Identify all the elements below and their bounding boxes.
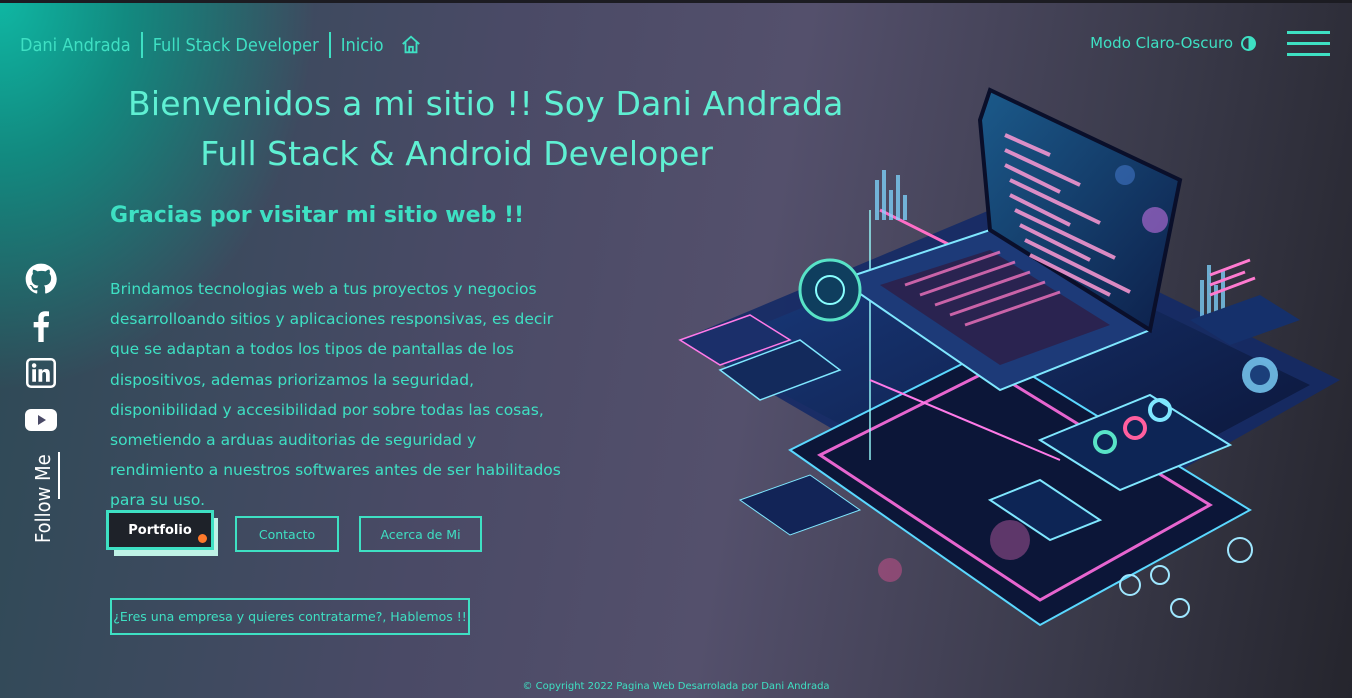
hero-title-line2: Full Stack & Android Developer [200, 134, 713, 173]
brand-role-link[interactable]: Full Stack Developer [153, 35, 319, 56]
linkedin-icon[interactable] [24, 356, 58, 390]
follow-divider [58, 452, 60, 499]
nav-divider [328, 32, 331, 58]
portfolio-button[interactable]: Portfolio [106, 510, 214, 550]
portfolio-button-group: Portfolio [106, 510, 218, 556]
follow-me-text: Follow Me [31, 454, 55, 543]
hero-title-line1: Bienvenidos a mi sitio !! Soy Dani Andra… [128, 84, 844, 123]
social-links [24, 262, 60, 450]
follow-me-label: Follow Me [28, 452, 60, 546]
isometric-tech-illustration [678, 87, 1340, 627]
nav-home-link[interactable]: Inicio [341, 35, 384, 56]
hero-paragraph: Brindamos tecnologias web a tus proyecto… [110, 280, 561, 510]
hamburger-menu-icon[interactable] [1287, 31, 1330, 56]
theme-toggle-label: Modo Claro-Oscuro [1090, 34, 1233, 52]
site-nav: Dani Andrada Full Stack Developer Inicio [20, 32, 422, 58]
theme-toggle[interactable]: Modo Claro-Oscuro [1090, 34, 1256, 52]
youtube-icon[interactable] [24, 403, 58, 437]
home-icon[interactable] [400, 34, 422, 56]
contrast-icon [1241, 35, 1256, 51]
about-button[interactable]: Acerca de Mi [359, 516, 482, 552]
hire-me-button[interactable]: ¿Eres una empresa y quieres contratarme?… [110, 598, 470, 635]
top-border [0, 0, 1352, 3]
hero-subtitle: Gracias por visitar mi sitio web !! [110, 203, 525, 228]
github-icon[interactable] [24, 262, 58, 296]
brand-name-link[interactable]: Dani Andrada [20, 35, 131, 56]
footer-copyright: © Copyright 2022 Pagina Web Desarrolada … [522, 681, 830, 692]
nav-divider [140, 32, 143, 58]
contact-button[interactable]: Contacto [235, 516, 339, 552]
portfolio-button-label: Portfolio [128, 522, 192, 538]
notification-dot [198, 534, 207, 543]
facebook-icon[interactable] [24, 309, 58, 343]
